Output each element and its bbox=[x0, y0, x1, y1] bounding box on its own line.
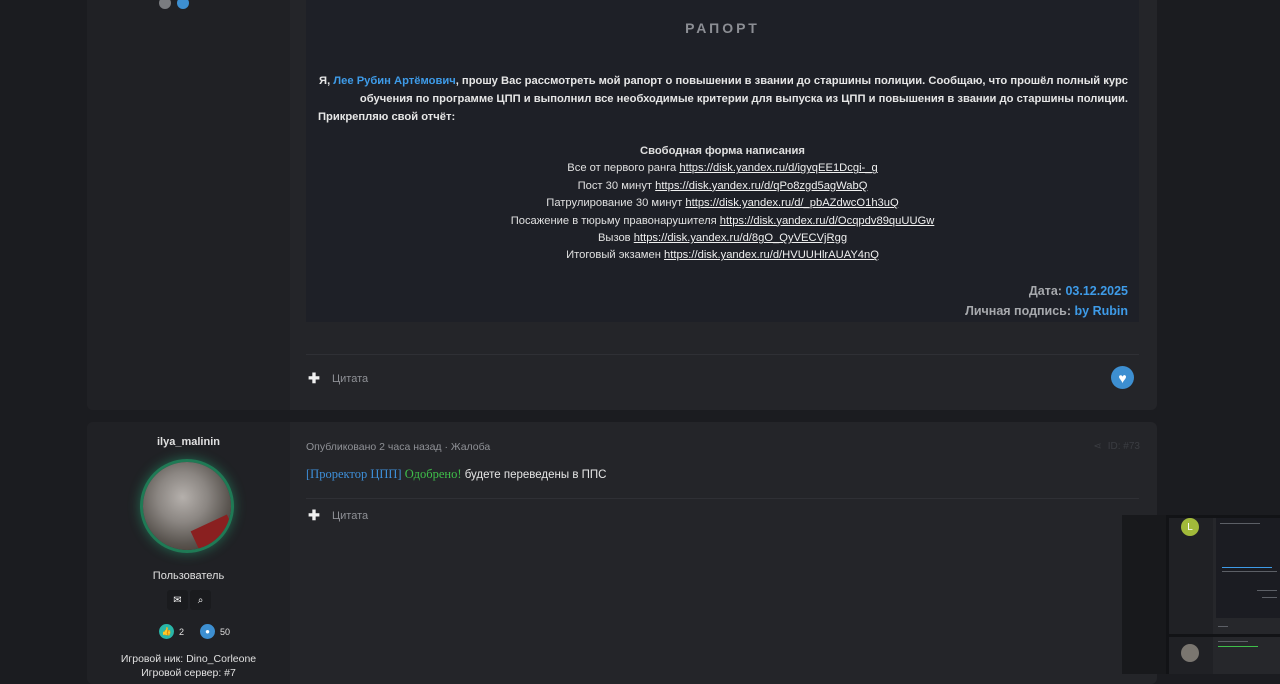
post-meta: Опубликовано 2 часа назад · Жалоба bbox=[306, 441, 491, 453]
post-reply: ilya_malinin Пользователь ✉ ⌕ 👍 2 ● 50 И… bbox=[87, 422, 1157, 684]
search-icon[interactable]: ⌕ bbox=[190, 590, 211, 610]
message-text: будете переведены в ППС bbox=[464, 469, 607, 481]
post-message: [Проректор ЦПП] Одобрено! будете перевед… bbox=[306, 467, 606, 482]
post-raport: РАПОРТ Я, Лее Рубин Артёмович, прошу Вас… bbox=[87, 0, 1157, 410]
raport-title: РАПОРТ bbox=[685, 20, 760, 36]
report-line: Вызов https://disk.yandex.ru/d/8gO_QyVEC… bbox=[597, 232, 848, 245]
game-nick: Игровой ник: Dino_Corleone bbox=[120, 653, 257, 665]
intro-text-start: Я, bbox=[319, 75, 334, 87]
thumbnail-strip bbox=[1122, 515, 1166, 674]
plus-icon: ✚ bbox=[308, 507, 320, 523]
report-line: Пост 30 минут https://disk.yandex.ru/d/q… bbox=[577, 179, 868, 192]
like-count-icon: 👍 bbox=[159, 624, 174, 639]
author-username[interactable]: ilya_malinin bbox=[87, 436, 290, 448]
intro-attach-text: Прикрепляю свой отчёт: bbox=[318, 111, 456, 123]
like-count: 2 bbox=[179, 626, 185, 637]
report-link[interactable]: https://disk.yandex.ru/d/qPo8zgd5agWabQ bbox=[655, 180, 867, 192]
thumbnail-avatar: L bbox=[1181, 518, 1199, 536]
game-server: Игровой сервер: #7 bbox=[141, 667, 236, 679]
report-link[interactable]: Жалоба bbox=[451, 441, 490, 453]
post-divider bbox=[306, 498, 1139, 499]
message-count: 50 bbox=[220, 626, 231, 637]
free-form-block: Свободная форма написания Все от первого… bbox=[306, 143, 1139, 265]
mail-icon[interactable]: ✉ bbox=[167, 590, 188, 610]
publish-time[interactable]: Опубликовано 2 часа назад bbox=[306, 441, 442, 453]
raport-intro: Я, Лее Рубин Артёмович, прошу Вас рассмо… bbox=[318, 72, 1128, 126]
like-count-icon bbox=[159, 0, 171, 9]
raport-content: РАПОРТ Я, Лее Рубин Артёмович, прошу Вас… bbox=[306, 0, 1139, 322]
message-prefix: [Проректор ЦПП] bbox=[306, 467, 402, 481]
report-line: Посажение в тюрьму правонарушителя https… bbox=[510, 214, 935, 227]
post-divider bbox=[306, 354, 1139, 355]
author-role: Пользователь bbox=[152, 570, 225, 582]
like-button[interactable]: ♥ bbox=[1111, 366, 1134, 389]
report-link[interactable]: https://disk.yandex.ru/d/_pbAZdwcO1h3uQ bbox=[685, 197, 898, 209]
message-count-icon: ● bbox=[200, 624, 216, 639]
screenshot-thumbnail[interactable]: L bbox=[1122, 515, 1280, 674]
raport-signature: Личная подпись: by Rubin bbox=[965, 304, 1128, 318]
plus-icon: ✚ bbox=[308, 370, 320, 386]
quote-button[interactable]: ✚ Цитата bbox=[306, 370, 368, 387]
approved-label: Одобрено! bbox=[404, 467, 462, 481]
report-line: Все от первого ранга https://disk.yandex… bbox=[567, 162, 878, 175]
report-link[interactable]: https://disk.yandex.ru/d/HVUUHlrAUAY4nQ bbox=[664, 249, 879, 261]
applicant-name[interactable]: Лее Рубин Артёмович bbox=[333, 75, 455, 87]
author-stats: 👍 2 ● 50 bbox=[159, 624, 230, 639]
author-actions: ✉ ⌕ bbox=[167, 590, 211, 610]
post-author-sidebar bbox=[87, 0, 290, 410]
avatar[interactable] bbox=[143, 462, 231, 550]
raport-date: Дата: 03.12.2025 bbox=[1028, 284, 1128, 298]
message-count-icon bbox=[177, 0, 189, 9]
quote-button[interactable]: ✚ Цитата bbox=[306, 507, 368, 524]
post-author-sidebar: ilya_malinin Пользователь ✉ ⌕ 👍 2 ● 50 И… bbox=[87, 422, 290, 684]
heart-icon: ♥ bbox=[1118, 369, 1127, 386]
author-mini-stats bbox=[159, 0, 189, 9]
report-line: Патрулирование 30 минут https://disk.yan… bbox=[546, 197, 899, 210]
post-id: ⋖ ID: #73 bbox=[1093, 441, 1140, 452]
report-link[interactable]: https://disk.yandex.ru/d/Ocqpdv89quUUGw bbox=[720, 215, 935, 227]
report-line: Итоговый экзамен https://disk.yandex.ru/… bbox=[566, 249, 879, 262]
share-icon[interactable]: ⋖ bbox=[1093, 441, 1101, 452]
intro-text-body: , прошу Вас рассмотреть мой рапорт о пов… bbox=[359, 75, 1128, 105]
report-link[interactable]: https://disk.yandex.ru/d/igyqEE1Dcgi-_g bbox=[679, 162, 877, 174]
author-game-info: Игровой ник: Dino_Corleone Игровой серве… bbox=[87, 652, 290, 680]
report-link[interactable]: https://disk.yandex.ru/d/8gO_QyVECVjRgg bbox=[634, 232, 847, 244]
free-form-title: Свободная форма написания bbox=[640, 145, 805, 157]
thumbnail-avatar-2 bbox=[1181, 644, 1199, 662]
